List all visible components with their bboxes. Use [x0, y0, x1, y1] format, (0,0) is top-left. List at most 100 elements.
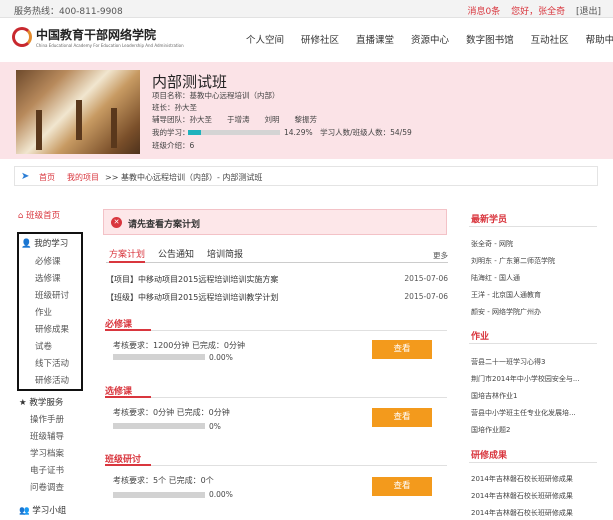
- sidebar-group[interactable]: 👥 学习小组: [19, 504, 66, 516]
- news-item[interactable]: 【项目】中移动项目2015远程培训培训实施方案 2015-07-06: [106, 274, 448, 285]
- plan-alert-text: 请先查看方案计划: [128, 220, 201, 230]
- homework-item[interactable]: 荆门市2014年中小学校园安全与...: [471, 374, 601, 384]
- homework-item[interactable]: 国培吉林作业1: [471, 391, 601, 401]
- sidebar-teaching[interactable]: ★ 教学服务: [19, 396, 63, 408]
- user-links: 消息0条 您好，张全奇 [退出]: [459, 4, 601, 17]
- user-greeting[interactable]: 您好，张全奇: [511, 7, 565, 17]
- elective-course-requirement: 考核要求：0分钟 已完成：0分钟: [113, 408, 230, 417]
- required-course-progress-bar: [113, 354, 205, 360]
- sidebar-group-label: 学习小组: [32, 506, 67, 516]
- sidebar-class-home[interactable]: ⌂ 班级首页: [18, 209, 60, 221]
- sidebar-item-survey[interactable]: 问卷调查: [30, 481, 64, 493]
- project-name: 项目名称：基教中心远程培训（内部）: [152, 91, 280, 100]
- required-course-percent: 0.00%: [209, 353, 233, 362]
- sidebar-item-results[interactable]: 研修成果: [35, 323, 69, 335]
- sidebar-teaching-label: 教学服务: [29, 398, 64, 408]
- main-nav: 个人空间 研修社区 直播课堂 资源中心 数字图书馆 互动社区 帮助中心: [246, 32, 613, 46]
- tutor-team: 辅导团队：孙大圣 于增涛 刘明 黎振芳: [152, 115, 317, 124]
- sidebar-item-records[interactable]: 学习档案: [30, 447, 64, 459]
- news-date: 2015-07-06: [404, 274, 448, 283]
- sidebar-item-offline[interactable]: 线下活动: [35, 357, 69, 369]
- home-icon: ⌂: [18, 211, 24, 221]
- divider: [469, 343, 597, 344]
- messages-link[interactable]: 消息0条: [467, 7, 500, 17]
- nav-interactive-community[interactable]: 互动社区: [531, 32, 569, 46]
- student-item[interactable]: 颜安 - 网络学院广州办: [471, 307, 601, 317]
- sidebar-item-tutoring[interactable]: 班级辅导: [30, 430, 64, 442]
- news-title[interactable]: 【班级】中移动项目2015远程培训培训教学计划: [106, 293, 278, 302]
- results-title: 研修成果: [471, 451, 508, 461]
- result-item[interactable]: 2014年吉林磐石校长班研修成果: [471, 491, 601, 501]
- divider: [469, 226, 597, 227]
- sidebar-my-study[interactable]: 👤 我的学习: [21, 237, 68, 249]
- nav-study-community[interactable]: 研修社区: [301, 32, 339, 46]
- student-item[interactable]: 陆海红 - 国人通: [471, 273, 601, 283]
- divider: [469, 462, 597, 463]
- result-item[interactable]: 2014年吉林磐石校长班研修成果: [471, 508, 601, 518]
- user-icon: 👤: [21, 239, 32, 249]
- sidebar-my-study-label: 我的学习: [34, 239, 69, 249]
- student-item[interactable]: 张全奇 - 网院: [471, 239, 601, 249]
- location-arrow-icon: ➤: [21, 171, 30, 182]
- result-item[interactable]: 2014年吉林磐石校长班研修成果: [471, 474, 601, 484]
- academy-name-english: China Educational Academy For Education …: [36, 43, 184, 48]
- news-title[interactable]: 【项目】中移动项目2015远程培训培训实施方案: [106, 275, 278, 284]
- tab-notice[interactable]: 公告通知: [158, 247, 194, 260]
- sidebar-class-home-label: 班级首页: [26, 211, 61, 221]
- sidebar-item-manual[interactable]: 操作手册: [30, 413, 64, 425]
- view-discussion-button[interactable]: 查看: [372, 477, 432, 496]
- nav-help-center[interactable]: 帮助中心: [586, 32, 613, 46]
- logout-link[interactable]: [退出]: [576, 7, 601, 17]
- required-course-requirement: 考核要求：1200分钟 已完成：0分钟: [113, 341, 245, 350]
- homework-title: 作业: [471, 332, 490, 342]
- top-bar: 服务热线：400-811-9908 消息0条 您好，张全奇 [退出]: [0, 0, 613, 18]
- academy-logo-icon[interactable]: [12, 27, 32, 47]
- homework-item[interactable]: 国培作业题2: [471, 425, 601, 435]
- news-item[interactable]: 【班级】中移动项目2015远程培训培训教学计划 2015-07-06: [106, 292, 448, 303]
- student-item[interactable]: 王洋 - 北京国人通教育: [471, 290, 601, 300]
- study-progress-text: 14.29% 学习人数/班级人数：54/59: [284, 128, 412, 137]
- breadcrumb-my-project[interactable]: 我的项目: [67, 172, 99, 183]
- sidebar-item-discussion[interactable]: 班级研讨: [35, 289, 69, 301]
- sidebar-item-activities[interactable]: 研修活动: [35, 374, 69, 386]
- view-elective-button[interactable]: 查看: [372, 408, 432, 427]
- hotline-text: 服务热线：400-811-9908: [14, 7, 123, 17]
- group-icon: 👥: [19, 506, 30, 516]
- tab-briefing[interactable]: 培训简报: [207, 247, 243, 260]
- plan-alert: ✕ 请先查看方案计划: [103, 209, 447, 235]
- nav-live-class[interactable]: 直播课堂: [356, 32, 394, 46]
- tabs: 方案计划 公告通知 培训简报 更多: [106, 247, 448, 263]
- section-divider: [105, 464, 447, 466]
- study-progress-bar: [188, 130, 280, 135]
- student-item[interactable]: 刘明东 - 广东第二师范学院: [471, 256, 601, 266]
- news-date: 2015-07-06: [404, 292, 448, 301]
- left-sidebar: ⌂ 班级首页 👤 我的学习 必修课 选修课 班级研讨 作业 研修成果 试卷 线下…: [14, 203, 84, 520]
- sidebar-item-exam[interactable]: 试卷: [35, 340, 52, 352]
- right-sidebar: 最新学员 张全奇 - 网院 刘明东 - 广东第二师范学院 陆海红 - 国人通 王…: [463, 203, 603, 520]
- sidebar-item-homework[interactable]: 作业: [35, 306, 52, 318]
- nav-personal-space[interactable]: 个人空间: [246, 32, 284, 46]
- homework-item[interactable]: 营县中小学班主任专业化发展培...: [471, 408, 601, 418]
- tab-plan[interactable]: 方案计划: [109, 247, 146, 263]
- more-link[interactable]: 更多: [433, 250, 448, 261]
- section-divider-accent: [105, 396, 151, 398]
- breadcrumb-home[interactable]: 首页: [39, 172, 55, 183]
- class-discussion-percent: 0.00%: [209, 490, 233, 499]
- nav-digital-library[interactable]: 数字图书馆: [466, 32, 514, 46]
- view-required-button[interactable]: 查看: [372, 340, 432, 359]
- study-progress-fill: [188, 130, 202, 135]
- my-study-label: 我的学习：: [152, 128, 190, 137]
- class-discussion-progress-bar: [113, 492, 205, 498]
- academy-name[interactable]: 中国教育干部网络学院: [36, 26, 156, 43]
- sidebar-item-elective[interactable]: 选修课: [35, 272, 61, 284]
- sidebar-item-required[interactable]: 必修课: [35, 255, 61, 267]
- sidebar-item-certificate[interactable]: 电子证书: [30, 464, 64, 476]
- my-study-section: 👤 我的学习 必修课 选修课 班级研讨 作业 研修成果 试卷 线下活动 研修活动: [17, 232, 83, 391]
- section-divider: [105, 396, 447, 398]
- nav-resource-center[interactable]: 资源中心: [411, 32, 449, 46]
- homework-item[interactable]: 营县二十一班学习心得3: [471, 357, 601, 367]
- section-divider: [105, 329, 447, 331]
- class-title: 内部测试班: [152, 73, 228, 91]
- elective-course-progress-bar: [113, 423, 205, 429]
- site-header: 中国教育干部网络学院 China Educational Academy For…: [0, 18, 613, 62]
